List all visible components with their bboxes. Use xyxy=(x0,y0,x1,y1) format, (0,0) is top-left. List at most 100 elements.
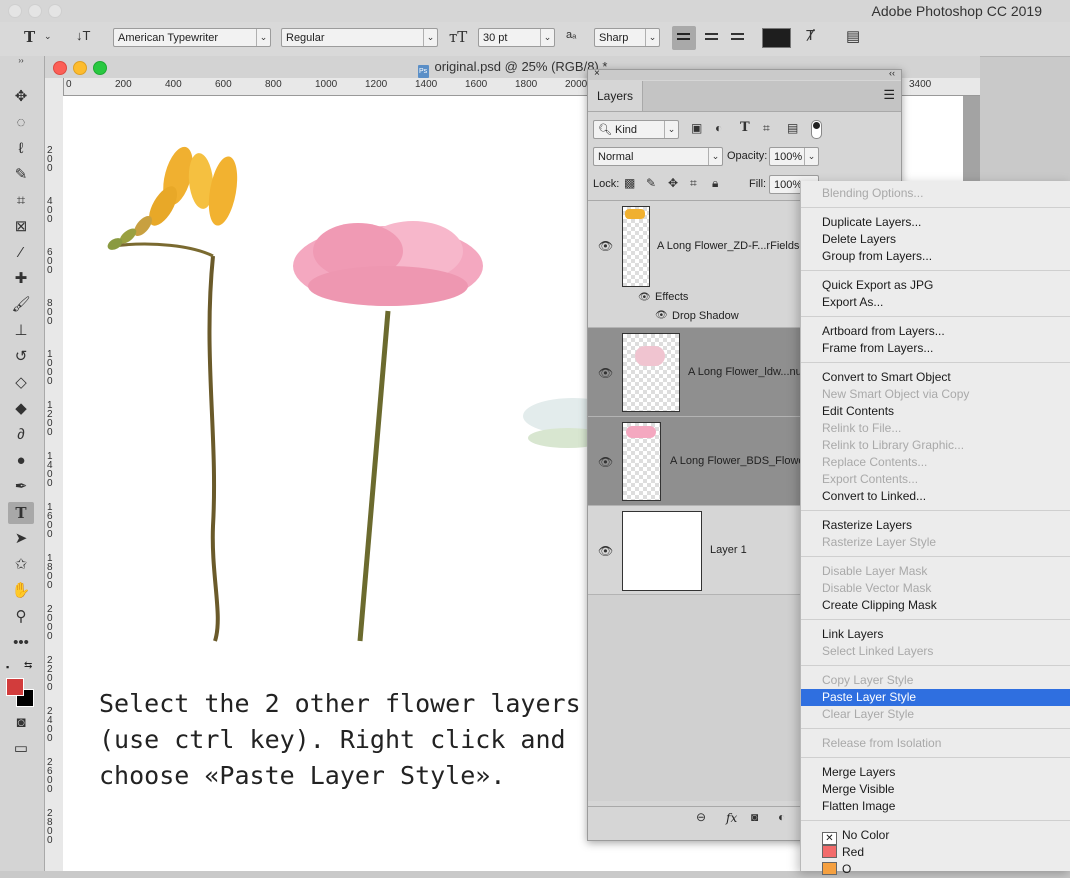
filter-toggle[interactable] xyxy=(811,120,822,139)
close-window-button[interactable] xyxy=(8,4,22,18)
eye-icon[interactable]: 👁︎ xyxy=(598,239,613,253)
menu-item-duplicate-layers[interactable]: Duplicate Layers... xyxy=(801,214,1070,231)
hand-tool-icon[interactable]: ✋ xyxy=(8,580,34,602)
eyedropper-tool-icon[interactable]: ⁄ xyxy=(8,242,34,264)
menu-item-merge-visible[interactable]: Merge Visible xyxy=(801,781,1070,798)
character-panel-icon[interactable]: ▤ xyxy=(846,27,860,45)
move-tool-icon[interactable]: ✥ xyxy=(8,86,34,108)
font-size-select[interactable]: 30 pt ⌄ xyxy=(478,28,555,47)
font-family-select[interactable]: American Typewriter ⌄ xyxy=(113,28,271,47)
stamp-tool-icon[interactable]: ⊥ xyxy=(8,320,34,342)
foreground-color-swatch[interactable] xyxy=(6,678,24,696)
minimize-document-button[interactable] xyxy=(73,61,87,75)
lock-transparent-icon[interactable]: ▩ xyxy=(624,176,635,190)
smart-object-filter-icon[interactable]: ▤ xyxy=(787,121,798,135)
lock-all-icon[interactable]: 🔒︎ xyxy=(712,176,718,191)
menu-item-group-from-layers[interactable]: Group from Layers... xyxy=(801,248,1070,265)
vertical-ruler[interactable]: 200 400 600 800 1000 1200 1400 1600 1800 2000 2200… xyxy=(45,78,64,871)
align-right-button[interactable] xyxy=(726,26,750,50)
swap-colors-icon[interactable]: ⇆ xyxy=(24,660,32,671)
marquee-tool-icon[interactable]: ◌ xyxy=(8,112,34,134)
type-filter-icon[interactable]: T xyxy=(740,120,750,135)
drop-shadow-eye-icon[interactable]: 👁︎ xyxy=(655,310,668,321)
adjustment-layer-icon[interactable]: ◐ xyxy=(778,810,785,824)
menu-item-create-clipping-mask[interactable]: Create Clipping Mask xyxy=(801,597,1070,614)
blur-tool-icon[interactable]: ∂ xyxy=(8,424,34,446)
zoom-window-button[interactable] xyxy=(48,4,62,18)
crop-tool-icon[interactable]: ⌗ xyxy=(8,190,34,212)
menu-item-delete-layers[interactable]: Delete Layers xyxy=(801,231,1070,248)
align-center-button[interactable] xyxy=(700,26,724,50)
pixel-filter-icon[interactable]: ▣ xyxy=(691,121,702,135)
close-panel-icon[interactable]: × xyxy=(594,68,600,79)
antialias-select[interactable]: Sharp ⌄ xyxy=(594,28,660,47)
panel-menu-icon[interactable]: ☰ xyxy=(883,87,895,103)
menu-item-quick-export-as-jpg[interactable]: Quick Export as JPG xyxy=(801,277,1070,294)
eye-icon[interactable]: 👁︎ xyxy=(598,544,613,558)
shape-filter-icon[interactable]: ⌗ xyxy=(763,121,770,136)
warp-text-icon[interactable]: Ⱦ xyxy=(806,27,815,44)
link-layers-icon[interactable]: ⊖ xyxy=(696,810,706,824)
zoom-document-button[interactable] xyxy=(93,61,107,75)
drop-shadow-effect[interactable]: Drop Shadow xyxy=(672,310,739,322)
text-orientation-icon[interactable]: ↓T xyxy=(76,28,90,43)
healing-brush-tool-icon[interactable]: ✚ xyxy=(8,268,34,290)
collapse-icon[interactable]: ›› xyxy=(8,56,34,66)
default-colors-icon[interactable]: ▪ xyxy=(6,662,9,672)
menu-item-o[interactable]: O xyxy=(801,861,1070,878)
quick-mask-icon[interactable]: ◙ xyxy=(8,712,34,734)
chevron-down-icon[interactable]: ⌄ xyxy=(44,31,52,42)
lock-image-icon[interactable]: ✎ xyxy=(646,176,656,190)
type-tool-preset-icon[interactable]: T xyxy=(24,28,35,46)
menu-item-convert-to-linked[interactable]: Convert to Linked... xyxy=(801,488,1070,505)
blend-mode-select[interactable]: Normal ⌄ xyxy=(593,147,723,166)
ruler-label: 0 xyxy=(66,79,72,90)
close-document-button[interactable] xyxy=(53,61,67,75)
layer-name: A Long Flower_ZD-F...rFields- xyxy=(657,240,804,252)
brush-tool-icon[interactable]: 🖌 xyxy=(8,294,34,316)
shape-tool-icon[interactable]: ✩ xyxy=(8,554,34,576)
menu-item-flatten-image[interactable]: Flatten Image xyxy=(801,798,1070,815)
collapse-panel-icon[interactable]: ‹‹ xyxy=(889,68,895,78)
frame-tool-icon[interactable]: ⊠ xyxy=(8,216,34,238)
menu-item-rasterize-layers[interactable]: Rasterize Layers xyxy=(801,517,1070,534)
quick-selection-tool-icon[interactable]: ✎ xyxy=(8,164,34,186)
minimize-window-button[interactable] xyxy=(28,4,42,18)
type-tool-icon[interactable]: T xyxy=(8,502,34,524)
zoom-tool-icon[interactable]: ⚲ xyxy=(8,606,34,628)
paint-bucket-tool-icon[interactable]: ◆ xyxy=(8,398,34,420)
eraser-tool-icon[interactable]: ◇ xyxy=(8,372,34,394)
menu-item-frame-from-layers[interactable]: Frame from Layers... xyxy=(801,340,1070,357)
more-tools-icon[interactable]: ••• xyxy=(8,632,34,654)
eye-icon[interactable]: 👁︎ xyxy=(598,455,613,469)
filter-kind-select[interactable]: 🔍︎ Kind ⌄ xyxy=(593,120,679,139)
dodge-tool-icon[interactable]: ● xyxy=(8,450,34,472)
adjustment-filter-icon[interactable]: ◐ xyxy=(715,121,722,135)
menu-item-link-layers[interactable]: Link Layers xyxy=(801,626,1070,643)
menu-item-convert-to-smart-object[interactable]: Convert to Smart Object xyxy=(801,369,1070,386)
opacity-field[interactable]: 100% ⌄ xyxy=(769,147,819,166)
menu-item-merge-layers[interactable]: Merge Layers xyxy=(801,764,1070,781)
text-color-swatch[interactable] xyxy=(762,28,791,48)
effects-eye-icon[interactable]: 👁︎ xyxy=(638,292,651,303)
menu-item-edit-contents[interactable]: Edit Contents xyxy=(801,403,1070,420)
add-mask-icon[interactable]: ◙ xyxy=(751,810,758,824)
fx-icon[interactable]: fx xyxy=(726,811,737,825)
menu-item-red[interactable]: Red xyxy=(801,844,1070,861)
menu-item-no-color[interactable]: ✕ No Color xyxy=(801,827,1070,845)
lasso-tool-icon[interactable]: ℓ xyxy=(8,138,34,160)
history-brush-tool-icon[interactable]: ↺ xyxy=(8,346,34,368)
lock-artboard-icon[interactable]: ⌗ xyxy=(690,176,697,191)
lock-position-icon[interactable]: ✥ xyxy=(668,176,678,190)
pen-tool-icon[interactable]: ✒ xyxy=(8,476,34,498)
eye-icon[interactable]: 👁︎ xyxy=(598,366,613,380)
menu-item-paste-layer-style[interactable]: Paste Layer Style xyxy=(801,689,1070,706)
align-left-button[interactable] xyxy=(672,26,696,50)
menu-item-export-as[interactable]: Export As... xyxy=(801,294,1070,311)
menu-item-artboard-from-layers[interactable]: Artboard from Layers... xyxy=(801,323,1070,340)
tab-layers[interactable]: Layers xyxy=(588,81,643,111)
path-selection-tool-icon[interactable]: ➤ xyxy=(8,528,34,550)
screen-mode-icon[interactable]: ▭ xyxy=(8,738,34,760)
font-style-select[interactable]: Regular ⌄ xyxy=(281,28,438,47)
menu-item-export-contents: Export Contents... xyxy=(801,471,1070,488)
